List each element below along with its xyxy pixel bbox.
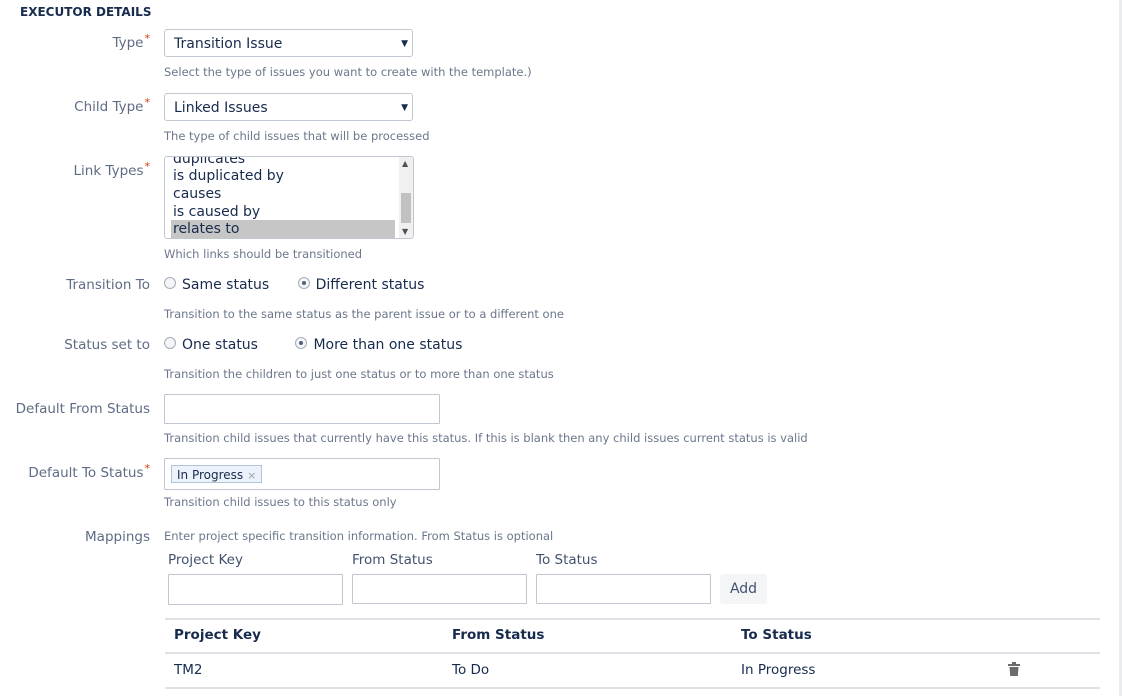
column-header-from-status: From Status (452, 627, 545, 643)
required-mark: * (144, 32, 151, 45)
link-type-option[interactable]: is duplicated by (171, 167, 395, 185)
default-from-status-input[interactable] (164, 394, 440, 424)
child-type-help: The type of child issues that will be pr… (164, 129, 430, 143)
link-types-listbox[interactable]: duplicates is duplicated by causes is ca… (164, 156, 414, 239)
default-from-status-help: Transition child issues that currently h… (164, 431, 808, 445)
type-label: Type* (112, 32, 151, 51)
link-type-option-selected[interactable]: relates to (171, 220, 395, 238)
child-type-label-text: Child Type (74, 99, 144, 115)
type-select[interactable]: Transition Issue ▼ (164, 29, 413, 57)
transition-to-help: Transition to the same status as the par… (164, 307, 564, 321)
type-label-text: Type (112, 35, 144, 51)
table-divider (165, 652, 1100, 654)
status-tag: In Progress × (171, 465, 263, 483)
radio-button-checked[interactable] (297, 277, 310, 289)
required-mark: * (144, 462, 151, 475)
radio-different-status[interactable]: Different status (297, 277, 425, 293)
default-to-status-label-text: Default To Status (28, 465, 144, 481)
default-to-status-label: Default To Status* (28, 462, 151, 481)
radio-button[interactable] (164, 337, 176, 349)
scroll-up-arrow-icon[interactable]: ▲ (402, 159, 408, 168)
radio-label[interactable]: One status (182, 337, 258, 353)
column-header-project-key: Project Key (174, 627, 261, 643)
required-mark: * (144, 96, 151, 109)
remove-tag-icon[interactable]: × (247, 469, 256, 482)
radio-label[interactable]: Different status (316, 277, 425, 293)
status-tag-label: In Progress (177, 468, 244, 482)
link-types-help: Which links should be transitioned (164, 247, 363, 261)
cell-to-status: In Progress (741, 662, 816, 678)
trash-icon[interactable] (1008, 662, 1020, 676)
default-from-status-label: Default From Status (15, 401, 150, 417)
link-type-option[interactable]: is caused by (171, 203, 395, 221)
from-status-input[interactable] (352, 574, 527, 604)
project-key-input[interactable] (168, 574, 343, 605)
transition-to-label: Transition To (66, 277, 150, 293)
radio-more-than-one-status[interactable]: More than one status (295, 337, 462, 353)
child-type-select-value: Linked Issues (174, 100, 268, 116)
mappings-help: Enter project specific transition inform… (164, 529, 554, 543)
table-divider (165, 618, 1100, 620)
cell-from-status: To Do (452, 662, 490, 678)
link-type-option[interactable]: causes (171, 185, 395, 203)
cell-project-key: TM2 (174, 662, 203, 678)
dropdown-caret-icon: ▼ (401, 103, 408, 113)
status-set-to-radio-group: One status More than one status (164, 335, 462, 355)
required-mark: * (144, 160, 151, 173)
radio-button-checked[interactable] (295, 337, 308, 349)
scroll-down-arrow-icon[interactable]: ▼ (402, 227, 408, 236)
project-key-input-label: Project Key (168, 552, 243, 568)
transition-to-radio-group: Same status Different status (164, 275, 424, 295)
status-set-to-label: Status set to (64, 337, 150, 353)
to-status-input[interactable] (536, 574, 711, 604)
radio-button[interactable] (164, 277, 176, 289)
to-status-input-label: To Status (536, 552, 598, 568)
radio-one-status[interactable]: One status (164, 337, 258, 353)
section-title: EXECUTOR DETAILS (20, 5, 152, 19)
radio-label[interactable]: More than one status (313, 337, 462, 353)
radio-same-status[interactable]: Same status (164, 277, 269, 293)
child-type-select[interactable]: Linked Issues ▼ (164, 93, 413, 121)
default-to-status-help: Transition child issues to this status o… (164, 495, 397, 509)
column-header-to-status: To Status (741, 627, 812, 643)
link-types-label-text: Link Types (73, 163, 144, 179)
add-mapping-button[interactable]: Add (720, 574, 767, 604)
scrollbar-thumb[interactable] (401, 193, 411, 223)
link-types-label: Link Types* (73, 160, 151, 179)
child-type-label: Child Type* (74, 96, 151, 115)
mappings-label: Mappings (85, 529, 150, 545)
radio-label[interactable]: Same status (182, 277, 269, 293)
type-select-value: Transition Issue (174, 36, 283, 52)
type-help: Select the type of issues you want to cr… (164, 65, 532, 79)
dropdown-caret-icon: ▼ (401, 39, 408, 49)
listbox-scrollbar[interactable]: ▲ ▼ (399, 157, 413, 238)
from-status-input-label: From Status (352, 552, 433, 568)
status-set-to-help: Transition the children to just one stat… (164, 367, 554, 381)
table-divider (165, 687, 1100, 689)
